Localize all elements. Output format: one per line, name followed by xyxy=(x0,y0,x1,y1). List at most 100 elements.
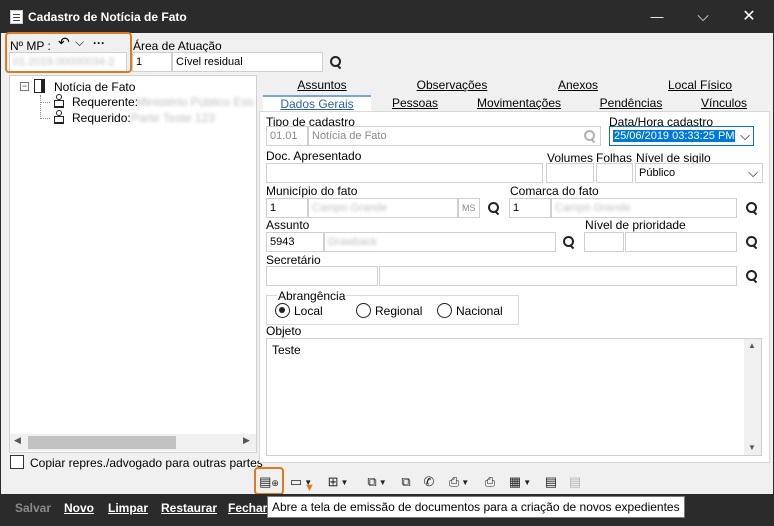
pointer-arrow-icon: ▼ xyxy=(304,482,315,494)
tipo-search-icon[interactable] xyxy=(583,129,597,143)
secretario-search-icon[interactable] xyxy=(745,269,759,283)
highlight-box-emitir xyxy=(254,467,284,495)
highlight-box-mp xyxy=(5,32,132,73)
doc-field[interactable] xyxy=(266,163,543,183)
secretario-code-field[interactable] xyxy=(266,266,378,286)
document-lock-icon[interactable]: ▤ xyxy=(542,473,560,491)
copy-move-menu-icon[interactable]: ⧉ ▼ xyxy=(361,473,393,491)
chevron-down-icon[interactable]: ⌵ xyxy=(740,127,750,145)
window-title: Cadastro de Notícia de Fato xyxy=(28,10,187,24)
copy-checkbox[interactable] xyxy=(10,455,24,469)
tab-movimentacoes[interactable]: Movimentações xyxy=(458,95,580,111)
tab-pessoas[interactable]: Pessoas xyxy=(373,95,457,111)
tree-line xyxy=(40,118,50,119)
volumes-field[interactable] xyxy=(546,163,594,183)
area-label: Área de Atuação xyxy=(133,39,222,53)
municipio-label: Município do fato xyxy=(266,184,358,198)
document-app-icon xyxy=(10,10,23,24)
tab-assuntos[interactable]: Assuntos xyxy=(263,77,381,93)
assunto-value-field[interactable]: Drawback xyxy=(324,232,556,252)
person-icon xyxy=(54,94,64,108)
abrangencia-local-label: Local xyxy=(294,304,323,318)
abrangencia-regional-radio[interactable] xyxy=(356,303,371,318)
fechar-button[interactable]: Fechar xyxy=(228,501,267,515)
area-code-field[interactable]: 1 xyxy=(132,52,172,72)
calendar-menu-icon[interactable]: ▦ ▼ xyxy=(504,473,536,491)
folhas-field[interactable] xyxy=(596,163,633,183)
data-hora-value: 25/06/2019 03:33:25 PM xyxy=(613,130,736,142)
abrangencia-local-radio[interactable] xyxy=(275,303,290,318)
comarca-value-field[interactable]: Campo Grande xyxy=(551,198,737,218)
tree-line xyxy=(40,95,41,119)
tab-vinculos[interactable]: Vínculos xyxy=(682,95,766,111)
comarca-label: Comarca do fato xyxy=(510,184,599,198)
scrollbar-thumb[interactable] xyxy=(28,436,176,449)
print-menu-icon[interactable]: ⎙ ▼ xyxy=(444,473,474,491)
municipio-value-field[interactable]: Campo Grande xyxy=(308,198,458,218)
objeto-value: Teste xyxy=(272,343,301,357)
tipo-value-field[interactable]: Notícia de Fato xyxy=(308,126,601,146)
abrangencia-nacional-radio[interactable] xyxy=(437,303,452,318)
prioridade-search-icon[interactable] xyxy=(745,235,759,249)
comarca-value: Campo Grande xyxy=(555,202,631,214)
scroll-down-icon[interactable]: ▼ xyxy=(748,443,756,452)
secretario-value-field[interactable] xyxy=(379,266,737,286)
abrangencia-nacional-label: Nacional xyxy=(456,304,503,318)
area-value-field[interactable]: Cível residual xyxy=(172,52,323,72)
novo-button[interactable]: Novo xyxy=(64,501,94,515)
horizontal-scrollbar[interactable]: ◀ ▶ xyxy=(10,434,256,451)
maximize-button[interactable]: ⌵ xyxy=(680,1,726,33)
chevron-down-icon[interactable]: ⌵ xyxy=(748,164,758,182)
doc-label: Doc. Apresentado xyxy=(266,149,362,163)
tree-collapse-toggle[interactable]: − xyxy=(20,82,29,91)
vertical-scrollbar[interactable]: ▲ ▼ xyxy=(744,339,761,455)
tree-root-label[interactable]: Notícia de Fato xyxy=(54,80,135,94)
data-hora-picker[interactable]: 25/06/2019 03:33:25 PM ⌵ xyxy=(609,126,754,146)
tipo-code-field[interactable]: 01.01 xyxy=(266,126,308,146)
comarca-code-field[interactable]: 1 xyxy=(509,198,551,218)
scroll-right-icon[interactable]: ▶ xyxy=(243,435,250,446)
requerido-label[interactable]: Requerido: xyxy=(72,111,131,125)
assunto-value: Drawback xyxy=(328,236,377,248)
restaurar-button[interactable]: Restaurar xyxy=(161,501,217,515)
title-bar[interactable]: Cadastro de Notícia de Fato — ⌵ ✕ xyxy=(1,1,773,33)
salvar-button[interactable]: Salvar xyxy=(15,501,51,515)
requerido-value: Parte Teste 123 xyxy=(131,111,215,125)
hierarchy-menu-icon[interactable]: ⊞ ▼ xyxy=(322,473,354,491)
abrangencia-label: Abrangência xyxy=(277,289,347,303)
objeto-label: Objeto xyxy=(266,324,302,338)
duplicate-icon[interactable]: ⧉ xyxy=(398,473,414,491)
scroll-left-icon[interactable]: ◀ xyxy=(14,435,21,446)
comarca-search-icon[interactable] xyxy=(745,201,759,215)
scroll-up-icon[interactable]: ▲ xyxy=(748,341,756,350)
area-search-icon[interactable] xyxy=(329,55,343,69)
prioridade-value-field[interactable] xyxy=(625,232,737,252)
prioridade-code-field[interactable] xyxy=(584,232,624,252)
municipio-search-icon[interactable] xyxy=(487,201,501,215)
municipio-code-field[interactable]: 1 xyxy=(266,198,308,218)
assunto-search-icon[interactable] xyxy=(562,235,576,249)
objeto-textarea[interactable]: Teste ▲ ▼ xyxy=(266,338,762,456)
municipio-uf-field[interactable]: MS xyxy=(458,198,480,218)
phone-icon[interactable]: ✆ xyxy=(421,473,437,491)
tab-pendencias[interactable]: Pendências xyxy=(581,95,681,111)
sigilo-select[interactable]: Público ⌵ xyxy=(635,163,763,183)
close-button[interactable]: ✕ xyxy=(726,1,772,33)
secretario-label: Secretário xyxy=(266,253,321,267)
requerente-label[interactable]: Requerente: xyxy=(72,95,138,109)
requerente-value: Ministério Público Estadual xyxy=(136,95,254,109)
sigilo-value: Público xyxy=(639,167,676,179)
tab-anexos[interactable]: Anexos xyxy=(523,77,633,93)
person-icon xyxy=(54,110,64,124)
tree-line xyxy=(40,102,50,103)
minimize-button[interactable]: — xyxy=(634,1,680,33)
tab-local-fisico[interactable]: Local Físico xyxy=(634,77,766,93)
document-icon xyxy=(34,79,45,93)
printer-icon[interactable]: ⎙ xyxy=(482,473,498,491)
tree-panel: − Notícia de Fato Requerente: Ministério… xyxy=(9,75,257,453)
tooltip: Abre a tela de emissão de documentos par… xyxy=(267,496,685,518)
assunto-code-field[interactable]: 5943 xyxy=(266,232,324,252)
dialog-window: Cadastro de Notícia de Fato — ⌵ ✕ Nº MP … xyxy=(0,0,774,526)
limpar-button[interactable]: Limpar xyxy=(108,501,148,515)
tab-observacoes[interactable]: Observações xyxy=(382,77,522,93)
